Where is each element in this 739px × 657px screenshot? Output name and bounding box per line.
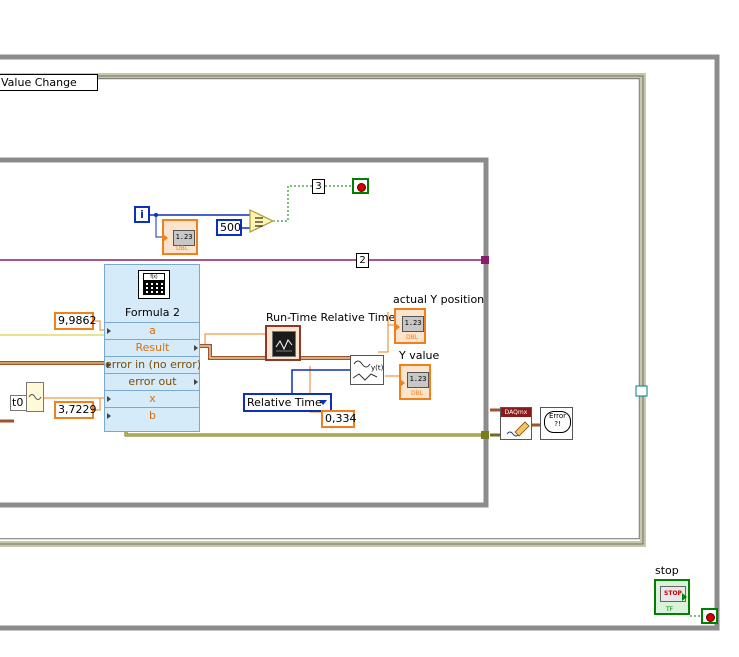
svg-text:y(t): y(t) — [371, 364, 383, 372]
output-arrow-icon — [682, 593, 687, 601]
y-value-indicator[interactable]: 1.23 DBL — [399, 364, 431, 400]
input-arrow-icon — [107, 396, 111, 402]
eraser-icon — [506, 421, 530, 437]
formula-title: Formula 2 — [125, 306, 180, 319]
stop-button-control[interactable]: STOP TF — [654, 579, 690, 615]
iteration-label: i — [140, 208, 144, 221]
error-bubble-icon: Error ?! — [544, 411, 571, 433]
input-arrow-icon — [107, 328, 111, 334]
greater-equal-icon — [249, 209, 275, 233]
iteration-terminal[interactable]: i — [134, 206, 150, 223]
time-constant[interactable]: 0,334 — [321, 410, 357, 428]
formula-row-b: b — [149, 409, 156, 422]
waveform-yt-icon: y(t) — [352, 360, 384, 381]
indicator-display: 1.23 — [173, 230, 195, 246]
stop-label: stop — [655, 564, 679, 577]
limit-constant[interactable]: 500 — [216, 219, 242, 236]
a-constant-value: 9,9862 — [58, 314, 97, 327]
stop-circle-icon — [706, 613, 715, 622]
formula-row-error-in: error in (no error) — [105, 358, 200, 371]
shift-register-terminal — [481, 256, 489, 264]
outer-loop-stop-terminal[interactable] — [701, 608, 718, 624]
task-tunnel — [481, 431, 489, 439]
index-constant-2[interactable]: 2 — [356, 253, 369, 268]
formula-node[interactable]: f(x) Formula 2 a Result error in (no err… — [104, 264, 200, 432]
y-value-label: Y value — [399, 349, 440, 362]
indicator-text: 1.23 — [409, 375, 427, 383]
index-constant-3[interactable]: 3 — [312, 179, 325, 194]
index-2-value: 2 — [359, 255, 366, 266]
stop-type: TF — [666, 606, 674, 613]
formula-error-out[interactable]: error out — [105, 373, 200, 391]
event-structure-frame — [0, 73, 646, 547]
actual-y-label: actual Y position — [393, 293, 485, 306]
event-case-label: Value Change — [1, 76, 77, 89]
stop-circle-icon — [357, 183, 366, 192]
formula-error-in[interactable]: error in (no error) — [105, 356, 200, 374]
output-arrow-icon — [194, 379, 198, 385]
formula-row-result: Result — [135, 341, 170, 354]
daqmx-label: DAQmx — [501, 408, 531, 417]
iteration-indicator[interactable]: 1.23 DBL — [162, 219, 198, 255]
input-arrow-icon — [163, 234, 168, 242]
formula-input-a[interactable]: a — [105, 322, 200, 340]
input-arrow-icon — [107, 362, 111, 368]
runtime-graph-subvi[interactable] — [265, 325, 301, 361]
daqmx-clear-task[interactable]: DAQmx — [500, 407, 532, 440]
limit-value: 500 — [220, 221, 241, 234]
relative-time-value: Relative Time — [247, 396, 322, 409]
a-constant[interactable]: 9,9862 — [54, 312, 97, 330]
b-constant[interactable]: 3,7229 — [54, 401, 97, 419]
relative-time-ring[interactable]: Relative Time — [243, 393, 332, 412]
indicator-type: DBL — [411, 390, 424, 397]
output-arrow-icon — [194, 345, 198, 351]
formula-input-x[interactable]: x — [105, 390, 200, 408]
indicator-type: DBL — [176, 245, 189, 252]
simple-error-handler[interactable]: Error ?! — [540, 407, 573, 440]
indicator-text: 1.23 — [404, 319, 422, 327]
formula-row-x: x — [149, 392, 156, 405]
t0-label: t0 — [12, 396, 24, 409]
indicator-display: 1.23 — [402, 316, 424, 332]
input-arrow-icon — [395, 323, 400, 331]
indicator-type: DBL — [406, 334, 419, 341]
b-constant-value: 3,7229 — [58, 403, 97, 416]
event-case-selector[interactable]: Value Change — [0, 74, 98, 91]
time-constant-value: 0,334 — [325, 412, 357, 425]
error-handler-text: Error ?! — [548, 412, 567, 428]
formula-input-b[interactable]: b — [105, 407, 200, 425]
input-arrow-icon — [107, 413, 111, 419]
loop-stop-terminal[interactable] — [352, 178, 369, 194]
waveform-build-icon[interactable] — [26, 382, 44, 412]
graph-icon — [272, 331, 296, 357]
formula-row-a: a — [149, 324, 156, 337]
chevron-down-icon — [319, 400, 327, 405]
runtime-label: Run-Time Relative Time — [266, 311, 396, 324]
formula-icon: f(x) — [138, 270, 170, 299]
wave-icon — [28, 394, 42, 400]
indicator-text: 1.23 — [175, 233, 193, 241]
stop-button-text: STOP — [664, 590, 682, 597]
indicator-display: 1.23 — [407, 372, 429, 388]
actual-y-indicator[interactable]: 1.23 DBL — [394, 308, 426, 344]
formula-row-error-out: error out — [128, 375, 177, 388]
index-3-value: 3 — [315, 181, 322, 192]
waveform-subvi[interactable]: y(t) — [350, 355, 384, 385]
input-arrow-icon — [400, 379, 405, 387]
formula-output-result[interactable]: Result — [105, 339, 200, 357]
